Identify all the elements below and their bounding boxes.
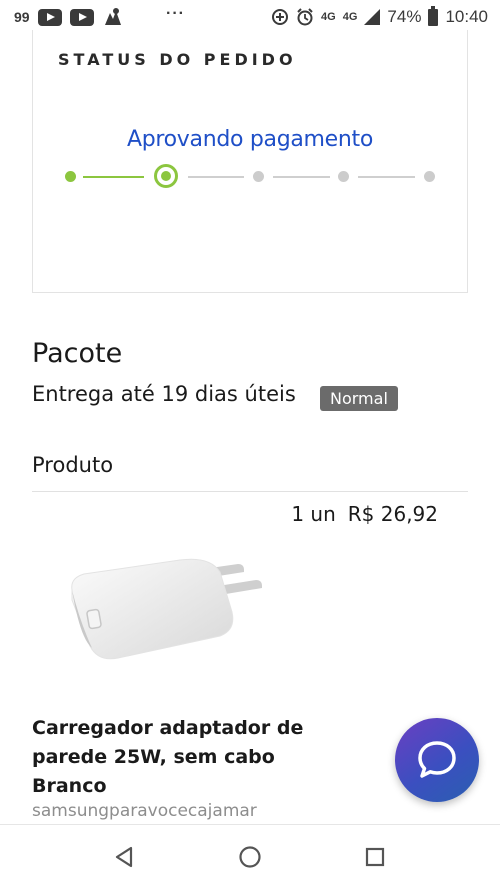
youtube-notification-icon-2: [69, 8, 94, 26]
seller-name: samsungparavocecajamar: [32, 801, 257, 821]
progress-connector-1: [83, 176, 144, 178]
home-icon[interactable]: [234, 841, 266, 873]
quantity-price-row: 1 un R$ 26,92: [291, 502, 438, 526]
more-notifications-indicator: ···: [166, 5, 185, 22]
network-type-label: 4G: [342, 11, 358, 23]
progress-connector-2: [188, 176, 244, 178]
product-section-label: Produto: [32, 453, 114, 477]
youtube-notification-icon: [37, 8, 62, 26]
product-image[interactable]: [60, 550, 270, 670]
progress-step-3: [253, 171, 264, 182]
shipping-type-badge: Normal: [320, 386, 398, 411]
progress-connector-3: [273, 176, 330, 178]
progress-connector-4: [358, 176, 415, 178]
system-navigation-bar: [0, 824, 500, 890]
battery-percentage: 74%: [387, 7, 422, 26]
notification-count: 99: [14, 9, 30, 25]
order-status-title: STATUS DO PEDIDO: [58, 50, 297, 69]
data-saver-icon: [272, 9, 289, 25]
status-bar: 99 ··· 4G 4G 74% 10:40: [0, 0, 500, 34]
signal-strength-icon: [364, 9, 381, 25]
battery-icon: [428, 5, 439, 26]
app-notification-icon: [104, 8, 121, 25]
current-status-label: Aprovando pagamento: [126, 127, 374, 152]
order-progress-tracker: [33, 162, 467, 192]
volte-call-indicator: 4G: [321, 11, 336, 23]
progress-step-1: [65, 171, 76, 182]
product-quantity: 1 un: [291, 502, 336, 526]
recents-icon[interactable]: [359, 841, 391, 873]
section-divider: [32, 491, 468, 492]
back-icon[interactable]: [109, 841, 141, 873]
progress-step-2-current: [154, 164, 178, 188]
alarm-icon: [297, 8, 313, 26]
product-price: R$ 26,92: [347, 502, 438, 526]
progress-step-5: [424, 171, 435, 182]
product-name[interactable]: Carregador adaptador de parede 25W, sem …: [32, 714, 322, 801]
progress-step-4: [338, 171, 349, 182]
delivery-estimate: Entrega até 19 dias úteis: [32, 382, 296, 406]
clock-time: 10:40: [445, 7, 488, 26]
chat-bubble-icon: [418, 741, 456, 778]
package-title: Pacote: [32, 338, 123, 369]
order-status-card: STATUS DO PEDIDO Aprovando pagamento: [32, 30, 468, 293]
chat-button[interactable]: [395, 718, 479, 802]
